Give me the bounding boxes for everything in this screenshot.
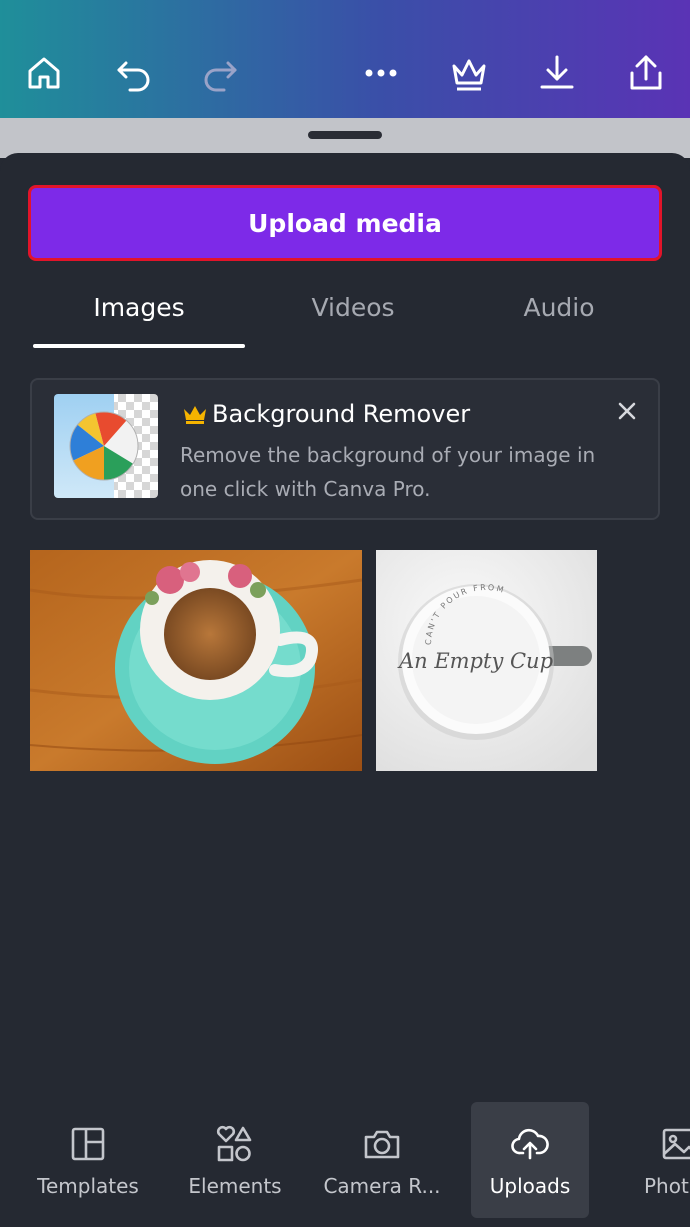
home-icon[interactable]: [24, 53, 64, 93]
redo-icon[interactable]: [200, 53, 240, 93]
uploaded-image-empty-cup[interactable]: CAN'T POUR FROM An Empty Cup: [376, 550, 597, 771]
panel-drag-handle[interactable]: [308, 131, 382, 139]
nav-elements[interactable]: Elements: [175, 1102, 295, 1218]
bottom-navigation: Templates Elements Camera R... Uploads P…: [0, 1100, 690, 1227]
tab-videos[interactable]: Videos: [247, 287, 459, 327]
download-icon[interactable]: [537, 53, 577, 93]
camera-icon: [364, 1130, 400, 1159]
elements-icon: [216, 1125, 252, 1162]
promo-description: Remove the background of your image in o…: [180, 443, 596, 501]
nav-camera-roll[interactable]: Camera R...: [322, 1102, 442, 1218]
nav-photos[interactable]: Phot: [618, 1102, 690, 1218]
promo-title: Background Remover: [212, 400, 471, 428]
tab-audio[interactable]: Audio: [453, 287, 665, 327]
upload-media-button[interactable]: Upload media: [28, 185, 662, 261]
crown-icon[interactable]: [449, 53, 489, 93]
share-icon[interactable]: [626, 53, 666, 93]
active-tab-indicator: [33, 344, 245, 348]
beach-ball-thumbnail: [54, 394, 158, 498]
more-icon[interactable]: [361, 53, 401, 93]
nav-templates[interactable]: Templates: [28, 1102, 148, 1218]
photos-icon: [662, 1128, 690, 1160]
top-toolbar: [0, 0, 690, 118]
nav-uploads[interactable]: Uploads: [471, 1102, 589, 1218]
upload-cloud-icon: [511, 1128, 549, 1160]
cup-text: An Empty Cup: [397, 649, 553, 673]
undo-icon[interactable]: [114, 53, 154, 93]
pro-crown-icon: [184, 406, 206, 424]
uploaded-image-teacup[interactable]: [30, 550, 362, 771]
tab-images[interactable]: Images: [33, 287, 245, 327]
background-remover-promo[interactable]: Background Remover Remove the background…: [30, 378, 660, 520]
close-icon[interactable]: [616, 400, 638, 422]
templates-icon: [71, 1127, 105, 1161]
